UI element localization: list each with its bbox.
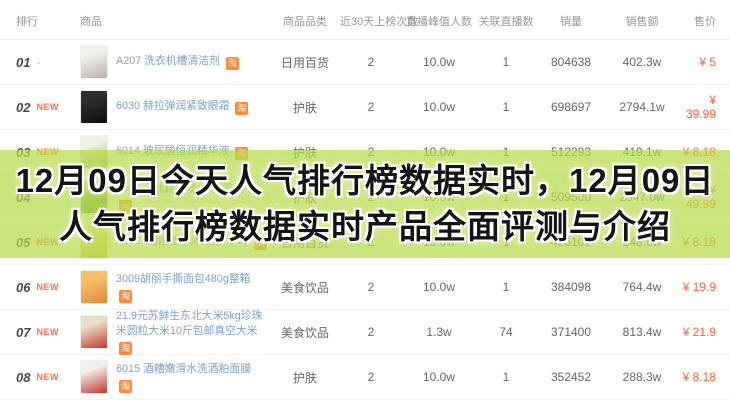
rank-cell: 08 NEW: [0, 370, 80, 385]
rank-cell: 02 NEW: [0, 100, 80, 115]
header-sales-volume: 销量: [536, 11, 606, 29]
rank-number: 07: [16, 325, 30, 340]
rank-number: 01: [16, 55, 30, 70]
header-price: 售价: [678, 11, 730, 29]
product-name-wrap: 21.9元苏鲜生东北大米5kg珍珠米圆粒大米10斤包邮真空大米 淘: [116, 309, 268, 355]
header-live-count: 关联直播数: [476, 11, 536, 29]
cell-sales-amount: 2794.1w: [606, 100, 678, 114]
product-name-wrap: 6015 酒糟嫩滑水洗酒粕面膜 淘: [116, 362, 268, 393]
product-name-link[interactable]: A207 洗衣机槽清洁剂: [116, 55, 220, 67]
cell-sales-amount: 402.3w: [606, 55, 678, 69]
cell-price: ¥ 19.9: [678, 280, 730, 294]
cell-sales-volume: 352452: [536, 370, 606, 384]
product-thumbnail[interactable]: [80, 45, 108, 79]
rank-tag: NEW: [36, 327, 59, 337]
header-sales-amount: 销售额: [606, 11, 678, 29]
cell-list-times: 2: [340, 370, 402, 384]
cell-list-times: 2: [340, 325, 402, 339]
product-thumbnail[interactable]: [80, 315, 108, 349]
header-product: 商品: [80, 11, 270, 29]
cell-sales-volume: 698697: [536, 100, 606, 114]
rank-cell: 07 NEW: [0, 325, 80, 340]
product-thumbnail[interactable]: [80, 270, 108, 304]
platform-badge-icon: 淘: [119, 380, 132, 393]
cell-sales-volume: 371400: [536, 325, 606, 339]
table-row[interactable]: 07 NEW 21.9元苏鲜生东北大米5kg珍珠米圆粒大米10斤包邮真空大米 淘…: [0, 310, 730, 355]
product-thumbnail[interactable]: [80, 360, 108, 394]
cell-sales-amount: 764.4w: [606, 280, 678, 294]
table-row[interactable]: 02 NEW 6030 赫拉弹润紧致眼霜 淘 护肤 2 10.0w 1 6986…: [0, 85, 730, 130]
popularity-ranking-page: 排行 商品 商品品类 近30天上榜次数 直播峰值人数 关联直播数 销量 销售额 …: [0, 0, 730, 400]
product-name-wrap: 6030 赫拉弹润紧致眼霜 淘: [116, 99, 268, 115]
rank-tag: NEW: [36, 282, 59, 292]
cell-sales-amount: 813.4w: [606, 325, 678, 339]
cell-category: 美食饮品: [270, 324, 340, 341]
rank-tag: -: [36, 55, 41, 69]
rank-tag: NEW: [36, 102, 59, 112]
cell-list-times: 2: [340, 100, 402, 114]
cell-sales-volume: 804638: [536, 55, 606, 69]
cell-live-count: 1: [476, 280, 536, 294]
cell-sales-volume: 384098: [536, 280, 606, 294]
product-name-link[interactable]: 21.9元苏鲜生东北大米5kg珍珠米圆粒大米10斤包邮真空大米: [116, 310, 262, 337]
cell-live-count: 1: [476, 370, 536, 384]
product-cell: 21.9元苏鲜生东北大米5kg珍珠米圆粒大米10斤包邮真空大米 淘: [80, 309, 270, 355]
header-rank: 排行: [0, 11, 80, 29]
platform-badge-icon: 淘: [119, 342, 132, 355]
product-cell: 6030 赫拉弹润紧致眼霜 淘: [80, 90, 270, 124]
rank-number: 06: [16, 280, 30, 295]
product-name-wrap: A207 洗衣机槽清洁剂 淘: [116, 54, 268, 70]
platform-badge-icon: 淘: [226, 57, 239, 70]
cell-category: 美食饮品: [270, 279, 340, 296]
cell-peak-viewers: 10.0w: [402, 370, 476, 384]
product-cell: 3009胡丽手撕面包480g整箱 淘: [80, 270, 270, 304]
header-category: 商品品类: [270, 11, 340, 29]
cell-sales-amount: 288.3w: [606, 370, 678, 384]
cell-live-count: 1: [476, 55, 536, 69]
product-name-link[interactable]: 6015 酒糟嫩滑水洗酒粕面膜: [116, 363, 251, 375]
product-cell: 6015 酒糟嫩滑水洗酒粕面膜 淘: [80, 360, 270, 394]
table-row[interactable]: 08 NEW 6015 酒糟嫩滑水洗酒粕面膜 淘 护肤 2 10.0w 1 35…: [0, 355, 730, 400]
cell-price: ¥ 39.99: [678, 93, 730, 121]
cell-category: 日用百货: [270, 54, 340, 71]
product-name-link[interactable]: 6030 赫拉弹润紧致眼霜: [116, 100, 229, 112]
platform-badge-icon: 淘: [119, 290, 132, 303]
cell-category: 护肤: [270, 369, 340, 386]
platform-badge-icon: 淘: [235, 102, 248, 115]
cell-price: ¥ 21.9: [678, 325, 730, 339]
rank-cell: 06 NEW: [0, 280, 80, 295]
table-header-row: 排行 商品 商品品类 近30天上榜次数 直播峰值人数 关联直播数 销量 销售额 …: [0, 0, 730, 40]
product-cell: A207 洗衣机槽清洁剂 淘: [80, 45, 270, 79]
rank-cell: 01 -: [0, 55, 80, 70]
cell-peak-viewers: 1.3w: [402, 325, 476, 339]
table-row[interactable]: 06 NEW 3009胡丽手撕面包480g整箱 淘 美食饮品 2 10.0w 1…: [0, 265, 730, 310]
table-row[interactable]: 01 - A207 洗衣机槽清洁剂 淘 日用百货 2 10.0w 1 80463…: [0, 40, 730, 85]
header-list-times: 近30天上榜次数: [340, 11, 402, 29]
cell-category: 护肤: [270, 99, 340, 116]
cell-peak-viewers: 10.0w: [402, 100, 476, 114]
cell-peak-viewers: 10.0w: [402, 55, 476, 69]
cell-live-count: 74: [476, 325, 536, 339]
rank-tag: NEW: [36, 372, 59, 382]
cell-price: ¥ 5: [678, 55, 730, 69]
product-name-wrap: 3009胡丽手撕面包480g整箱 淘: [116, 272, 268, 303]
cell-live-count: 1: [476, 100, 536, 114]
promo-banner-line2: 人气排行榜数据实时产品全面评测与介绍: [0, 204, 730, 250]
promo-banner-line1: 12月09日今天人气排行榜数据实时，12月09日: [0, 158, 730, 204]
cell-peak-viewers: 10.0w: [402, 280, 476, 294]
product-thumbnail[interactable]: [80, 90, 108, 124]
promo-banner-overlay: 12月09日今天人气排行榜数据实时，12月09日 人气排行榜数据实时产品全面评测…: [0, 150, 730, 258]
header-peak-viewers: 直播峰值人数: [402, 11, 476, 29]
rank-number: 08: [16, 370, 30, 385]
cell-price: ¥ 8.18: [678, 370, 730, 384]
cell-list-times: 2: [340, 55, 402, 69]
cell-list-times: 2: [340, 280, 402, 294]
rank-number: 02: [16, 100, 30, 115]
product-name-link[interactable]: 3009胡丽手撕面包480g整箱: [116, 273, 250, 285]
